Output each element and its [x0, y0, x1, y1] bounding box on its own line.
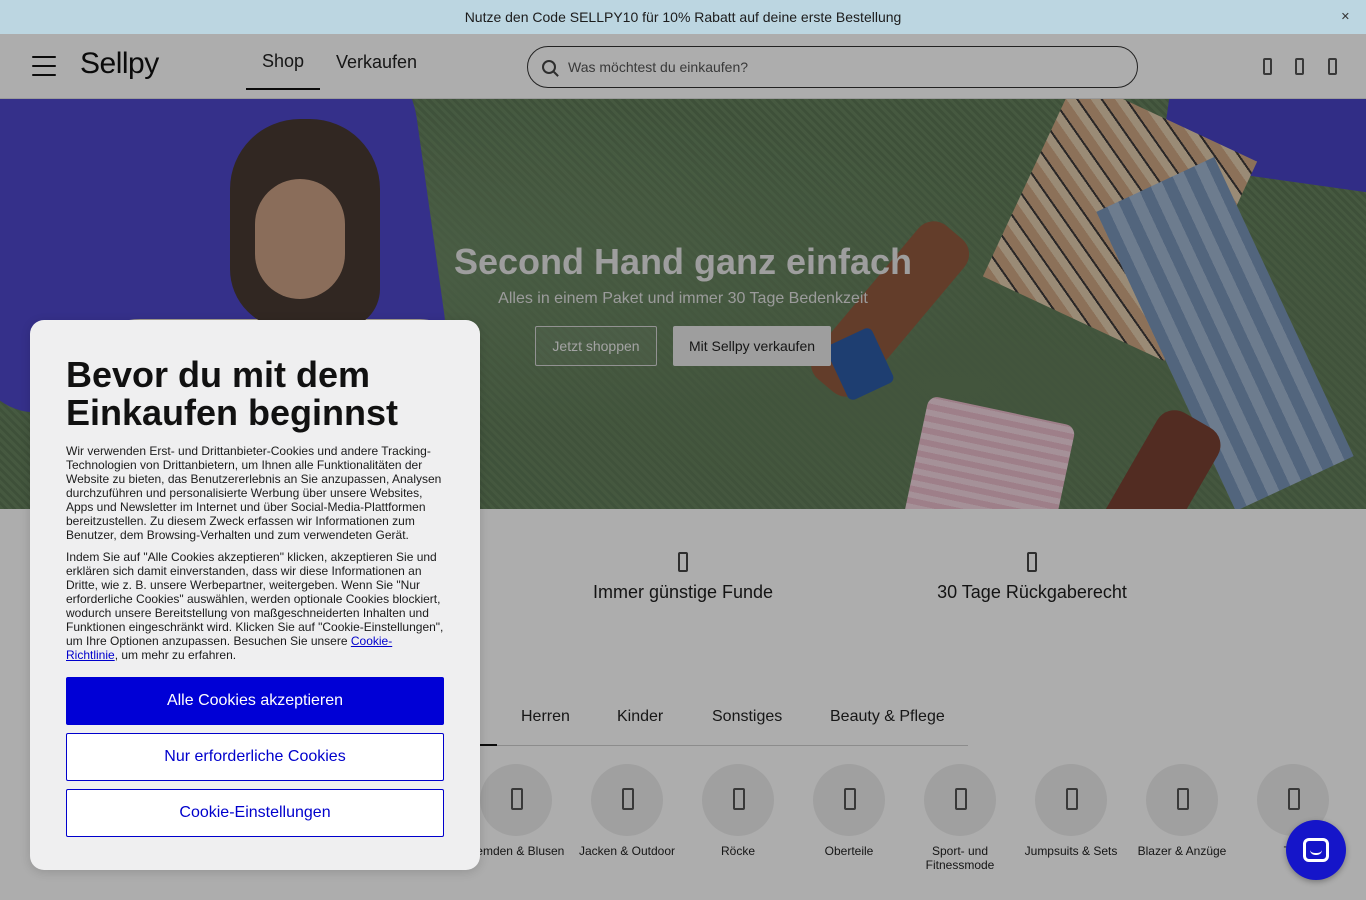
- sell-button[interactable]: Mit Sellpy verkaufen: [673, 326, 831, 366]
- hero-title: Second Hand ganz einfach: [453, 241, 913, 282]
- category-item[interactable]: Röcke: [688, 764, 788, 858]
- category-label: Sport- und Fitnessmode: [925, 844, 995, 872]
- category-label: Röcke: [720, 844, 755, 858]
- site-header: Sellpy Shop Verkaufen: [0, 34, 1366, 99]
- cookie-dialog: Bevor du mit dem Einkaufen beginnst Wir …: [30, 320, 480, 870]
- tab-herren[interactable]: Herren: [521, 708, 570, 726]
- hero-subtitle: Alles in einem Paket und immer 30 Tage B…: [498, 290, 868, 307]
- active-tab-indicator: [480, 744, 497, 746]
- category-icon: [1035, 764, 1107, 836]
- logo[interactable]: Sellpy: [80, 47, 159, 81]
- category-item[interactable]: Hemden & Blusen: [466, 764, 566, 858]
- category-icon: [1146, 764, 1218, 836]
- category-item[interactable]: Jacken & Outdoor: [577, 764, 677, 858]
- cookie-text: Wir verwenden Erst- und Drittanbieter-Co…: [66, 444, 442, 542]
- tag-icon: [678, 552, 688, 572]
- return-icon: [1027, 552, 1037, 572]
- user-icon[interactable]: [1263, 58, 1272, 75]
- category-tabs: Herren Kinder Sonstiges Beauty & Pflege: [480, 690, 968, 746]
- category-label: Jacken & Outdoor: [578, 844, 676, 858]
- tab-beauty-pflege[interactable]: Beauty & Pflege: [830, 708, 945, 726]
- category-item[interactable]: Blazer & Anzüge: [1132, 764, 1232, 858]
- cookie-text-2: Indem Sie auf "Alle Cookies akzeptieren"…: [66, 550, 444, 662]
- search-icon: [542, 60, 556, 74]
- category-icon: [924, 764, 996, 836]
- tab-verkaufen[interactable]: Verkaufen: [336, 34, 417, 90]
- accept-all-cookies-button[interactable]: Alle Cookies akzeptieren: [66, 677, 444, 725]
- promo-banner: Nutze den Code SELLPY10 für 10% Rabatt a…: [0, 0, 1366, 34]
- tab-kinder[interactable]: Kinder: [617, 708, 663, 726]
- usp-text: Immer günstige Funde: [592, 582, 774, 602]
- close-icon[interactable]: ✕: [1341, 10, 1350, 23]
- usp-item: 30 Tage Rückgaberecht: [882, 552, 1182, 603]
- shop-now-button[interactable]: Jetzt shoppen: [535, 326, 657, 366]
- usp-item: Immer günstige Funde: [533, 552, 833, 603]
- category-icon: [813, 764, 885, 836]
- cookie-settings-button[interactable]: Cookie-Einstellungen: [66, 789, 444, 837]
- category-label: Blazer & Anzüge: [1137, 844, 1227, 858]
- category-item[interactable]: Jumpsuits & Sets: [1021, 764, 1121, 858]
- category-label: Jumpsuits & Sets: [1024, 844, 1118, 858]
- category-icon: [480, 764, 552, 836]
- category-label: Oberteile: [824, 844, 874, 858]
- category-label: Hemden & Blusen: [467, 844, 565, 858]
- category-item[interactable]: Oberteile: [799, 764, 899, 858]
- heart-icon[interactable]: [1295, 58, 1304, 75]
- category-item[interactable]: Sport- und Fitnessmode: [910, 764, 1010, 872]
- usp-text: 30 Tage Rückgaberecht: [937, 582, 1127, 602]
- cart-icon[interactable]: [1328, 58, 1337, 75]
- menu-icon[interactable]: [32, 56, 56, 76]
- tab-sonstiges[interactable]: Sonstiges: [712, 708, 782, 726]
- category-icon: [702, 764, 774, 836]
- cookie-title: Bevor du mit dem Einkaufen beginnst: [66, 354, 399, 433]
- search-input[interactable]: [568, 59, 1108, 75]
- required-cookies-button[interactable]: Nur erforderliche Cookies: [66, 733, 444, 781]
- tab-shop[interactable]: Shop: [246, 34, 320, 90]
- category-icon: [591, 764, 663, 836]
- chat-icon: [1303, 838, 1329, 862]
- search-bar[interactable]: [527, 46, 1138, 88]
- chat-button[interactable]: [1286, 820, 1346, 880]
- promo-text: Nutze den Code SELLPY10 für 10% Rabatt a…: [464, 9, 902, 25]
